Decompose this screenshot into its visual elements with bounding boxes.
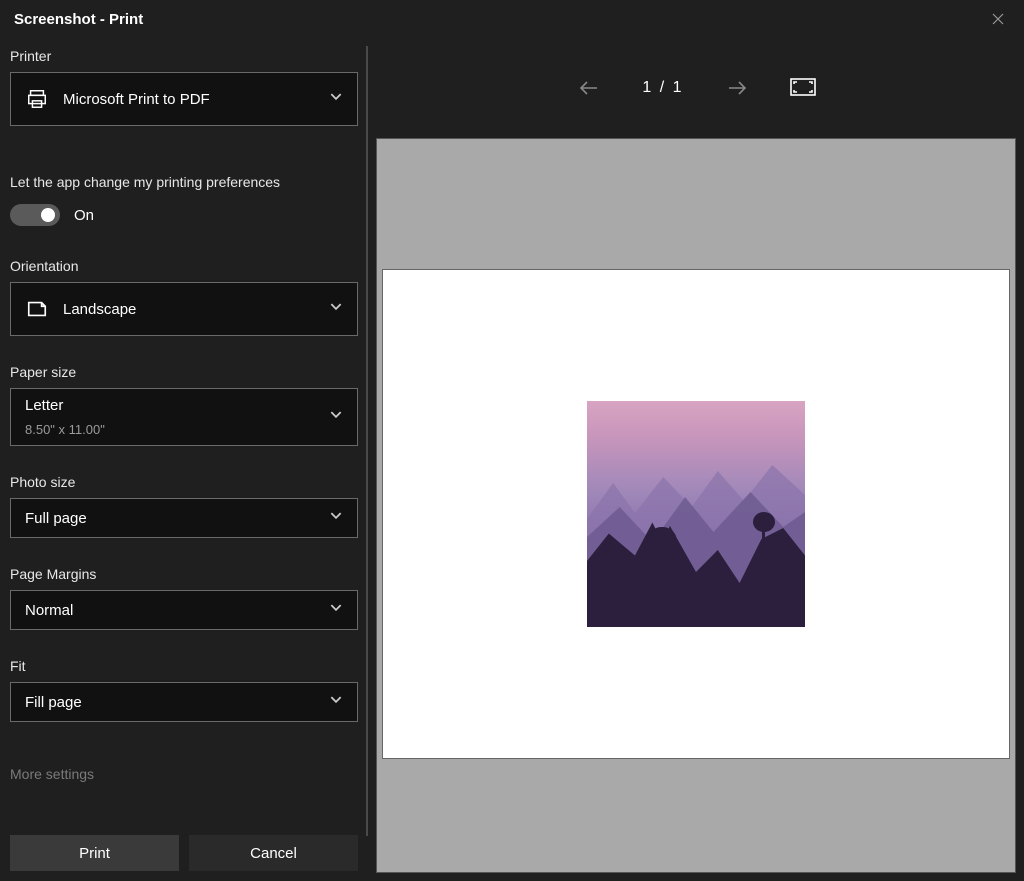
window-title: Screenshot - Print xyxy=(12,11,143,28)
papersize-label: Paper size xyxy=(10,364,358,380)
close-button[interactable] xyxy=(984,5,1012,33)
printer-dropdown[interactable]: Microsoft Print to PDF xyxy=(10,72,358,126)
arrow-left-icon xyxy=(579,80,599,96)
page-indicator: 1 / 1 xyxy=(642,79,683,97)
photosize-label: Photo size xyxy=(10,474,358,490)
prev-page-button[interactable] xyxy=(576,75,602,101)
print-button[interactable]: Print xyxy=(10,835,179,871)
margins-value: Normal xyxy=(25,602,343,619)
scrollbar[interactable] xyxy=(366,46,368,836)
margins-label: Page Margins xyxy=(10,566,358,582)
fit-label: Fit xyxy=(10,658,358,674)
fit-value: Fill page xyxy=(25,694,343,711)
printer-icon xyxy=(25,87,49,111)
papersize-value: Letter xyxy=(25,397,63,420)
orientation-value: Landscape xyxy=(63,301,343,318)
fullscreen-icon xyxy=(790,78,816,96)
more-settings-link[interactable]: More settings xyxy=(10,766,358,782)
cancel-button[interactable]: Cancel xyxy=(189,835,358,871)
close-icon xyxy=(992,13,1004,25)
printer-label: Printer xyxy=(10,48,358,64)
page-separator: / xyxy=(660,79,666,96)
chevron-down-icon xyxy=(329,300,343,319)
fullscreen-button[interactable] xyxy=(790,78,816,98)
orientation-dropdown[interactable]: Landscape xyxy=(10,282,358,336)
papersize-dropdown[interactable]: Letter 8.50" x 11.00" xyxy=(10,388,358,446)
preferences-toggle[interactable] xyxy=(10,204,60,226)
fit-dropdown[interactable]: Fill page xyxy=(10,682,358,722)
chevron-down-icon xyxy=(329,509,343,528)
page-landscape-icon xyxy=(25,297,49,321)
photosize-dropdown[interactable]: Full page xyxy=(10,498,358,538)
preferences-state: On xyxy=(74,207,94,224)
photosize-value: Full page xyxy=(25,510,343,527)
preview-image xyxy=(587,401,805,627)
papersize-dimensions: 8.50" x 11.00" xyxy=(25,422,105,437)
preview-area xyxy=(376,138,1016,873)
printer-value: Microsoft Print to PDF xyxy=(63,91,343,108)
toggle-knob xyxy=(41,208,55,222)
chevron-down-icon xyxy=(329,601,343,620)
chevron-down-icon xyxy=(329,408,343,427)
chevron-down-icon xyxy=(329,693,343,712)
margins-dropdown[interactable]: Normal xyxy=(10,590,358,630)
next-page-button[interactable] xyxy=(724,75,750,101)
chevron-down-icon xyxy=(329,90,343,109)
preview-page xyxy=(382,269,1010,759)
total-pages: 1 xyxy=(673,79,684,96)
arrow-right-icon xyxy=(727,80,747,96)
current-page: 1 xyxy=(642,79,653,96)
orientation-label: Orientation xyxy=(10,258,358,274)
preferences-label: Let the app change my printing preferenc… xyxy=(10,174,358,190)
